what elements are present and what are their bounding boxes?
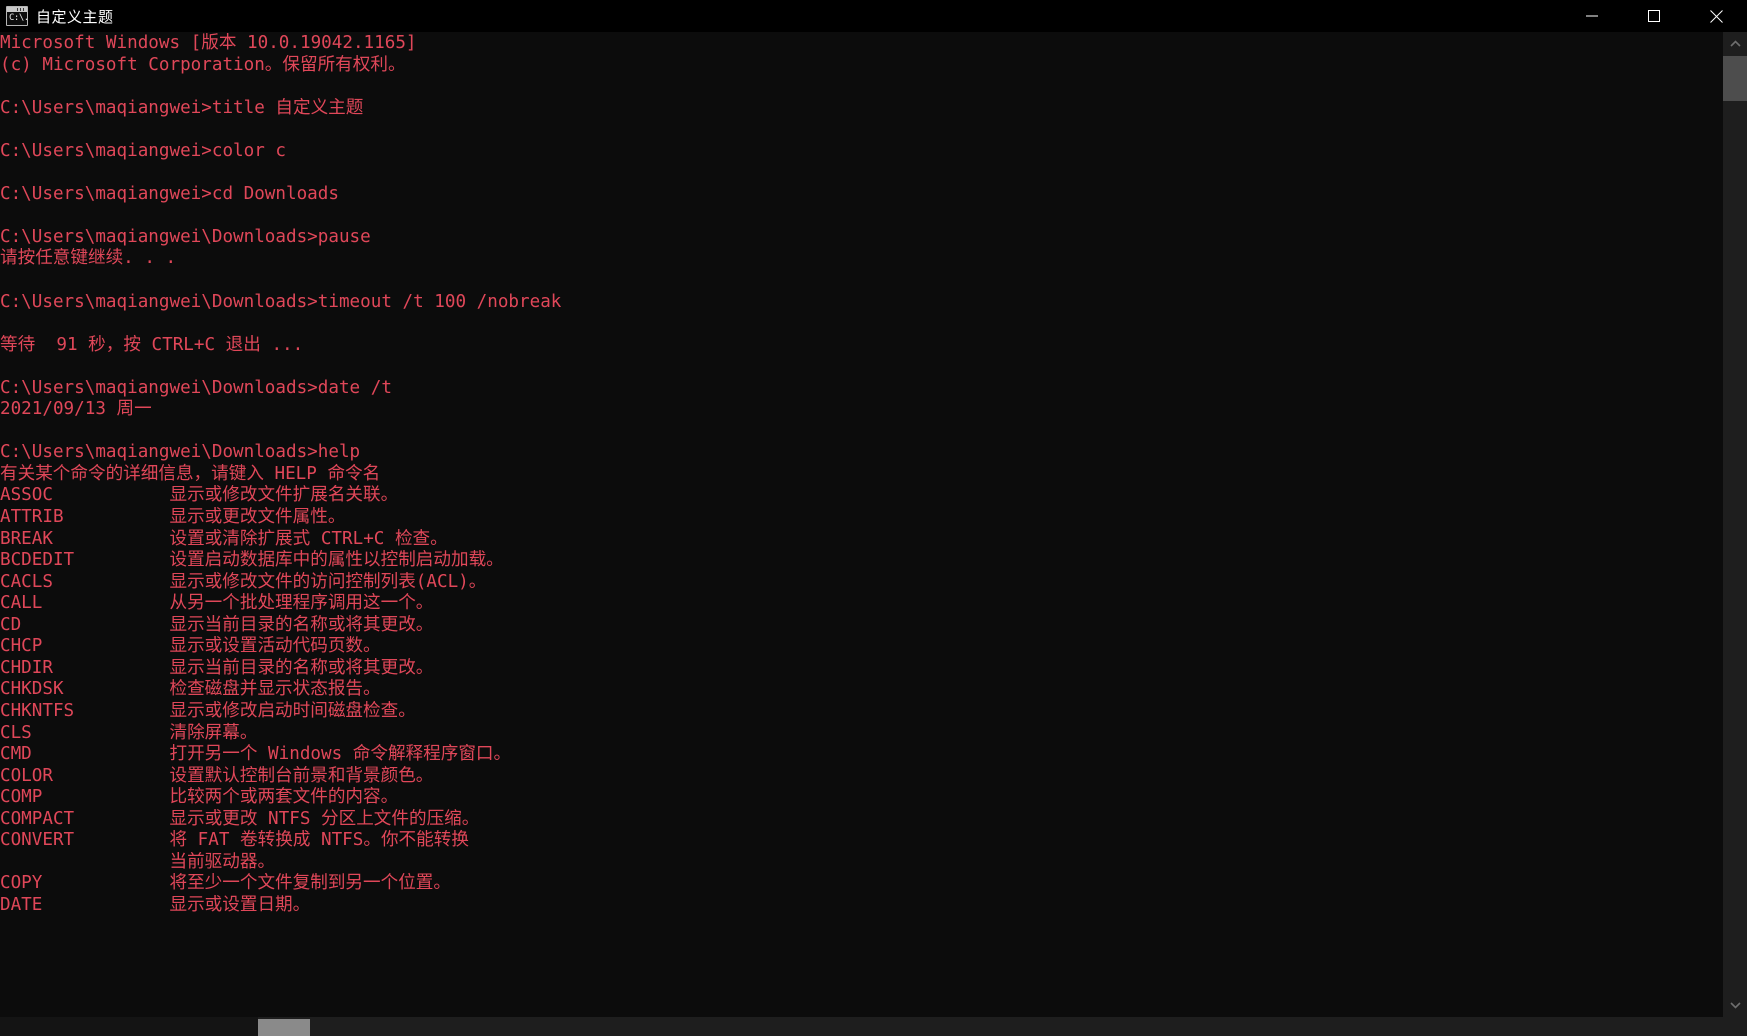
console-line: C:\Users\maqiangwei\Downloads>timeout /t… (0, 291, 562, 312)
console-output-area[interactable]: Microsoft Windows [版本 10.0.19042.1165] (c… (0, 32, 1723, 1017)
cmd-console-icon: C:\. (6, 6, 28, 26)
console-line: C:\Users\maqiangwei>color c (0, 140, 286, 161)
vertical-scrollbar-track[interactable] (1723, 56, 1747, 993)
horizontal-scrollbar-track[interactable] (0, 1017, 1723, 1036)
console-line: DATE 显示或设置日期。 (0, 894, 311, 915)
window-title: 自定义主题 (36, 7, 114, 26)
console-line: CMD 打开另一个 Windows 命令解释程序窗口。 (0, 744, 512, 765)
horizontal-scrollbar-left-region (0, 1017, 258, 1036)
horizontal-scrollbar-thumb[interactable] (258, 1019, 310, 1036)
console-line: C:\Users\maqiangwei>cd Downloads (0, 183, 339, 204)
console-line: CHCP 显示或设置活动代码页数。 (0, 636, 381, 657)
console-line: COMPACT 显示或更改 NTFS 分区上文件的压缩。 (0, 808, 480, 829)
console-line: CHDIR 显示当前目录的名称或将其更改。 (0, 657, 434, 678)
console-line: BCDEDIT 设置启动数据库中的属性以控制启动加载。 (0, 550, 504, 571)
console-line: CHKNTFS 显示或修改启动时间磁盘检查。 (0, 700, 416, 721)
console-line: ATTRIB 显示或更改文件属性。 (0, 507, 346, 528)
console-line: CALL 从另一个批处理程序调用这一个。 (0, 593, 434, 614)
vertical-scrollbar[interactable] (1723, 32, 1747, 1017)
console-line: C:\Users\maqiangwei\Downloads>pause (0, 226, 371, 247)
scroll-up-button[interactable] (1723, 32, 1747, 56)
console-line: COMP 比较两个或两套文件的内容。 (0, 787, 399, 808)
console-line: (c) Microsoft Corporation。保留所有权利。 (0, 54, 406, 75)
console-line: COLOR 设置默认控制台前景和背景颜色。 (0, 765, 434, 786)
console-line: 请按任意键继续. . . (0, 248, 177, 269)
minimize-button[interactable] (1561, 0, 1623, 32)
console-line: 当前驱动器。 (0, 851, 276, 872)
vertical-scrollbar-thumb[interactable] (1723, 56, 1747, 101)
console-line: CD 显示当前目录的名称或将其更改。 (0, 614, 434, 635)
maximize-button[interactable] (1623, 0, 1685, 32)
console-line: BREAK 设置或清除扩展式 CTRL+C 检查。 (0, 528, 448, 549)
console-line: 有关某个命令的详细信息，请键入 HELP 命令名 (0, 463, 381, 484)
console-line: ASSOC 显示或修改文件扩展名关联。 (0, 485, 399, 506)
console-line: C:\Users\maqiangwei\Downloads>help (0, 442, 361, 463)
console-line: C:\Users\maqiangwei>title 自定义主题 (0, 97, 364, 118)
console-line: CLS 清除屏幕。 (0, 722, 258, 743)
scrollbar-corner (1723, 1017, 1747, 1036)
title-bar[interactable]: C:\. 自定义主题 (0, 0, 1747, 32)
scroll-down-button[interactable] (1723, 993, 1747, 1017)
console-line: Microsoft Windows [版本 10.0.19042.1165] (0, 33, 417, 53)
console-line: 等待 91 秒，按 CTRL+C 退出 ... (0, 334, 304, 355)
console-line: CACLS 显示或修改文件的访问控制列表(ACL)。 (0, 571, 487, 592)
console-line: C:\Users\maqiangwei\Downloads>date /t (0, 377, 392, 398)
console-body: Microsoft Windows [版本 10.0.19042.1165] (c… (0, 32, 1747, 1017)
horizontal-scrollbar[interactable] (0, 1017, 1747, 1036)
console-line: CONVERT 将 FAT 卷转换成 NTFS。你不能转换 (0, 830, 469, 851)
console-line: CHKDSK 检查磁盘并显示状态报告。 (0, 679, 381, 700)
console-line: 2021/09/13 周一 (0, 399, 152, 420)
console-line: COPY 将至少一个文件复制到另一个位置。 (0, 873, 451, 894)
console-text: Microsoft Windows [版本 10.0.19042.1165] (c… (0, 32, 1723, 916)
icon-titlebar-stripe (7, 7, 27, 12)
cmd-window: C:\. 自定义主题 Microsoft Windows [版本 10.0.19… (0, 0, 1747, 1036)
close-button[interactable] (1685, 0, 1747, 32)
icon-prompt-glyph: C:\. (9, 13, 28, 23)
